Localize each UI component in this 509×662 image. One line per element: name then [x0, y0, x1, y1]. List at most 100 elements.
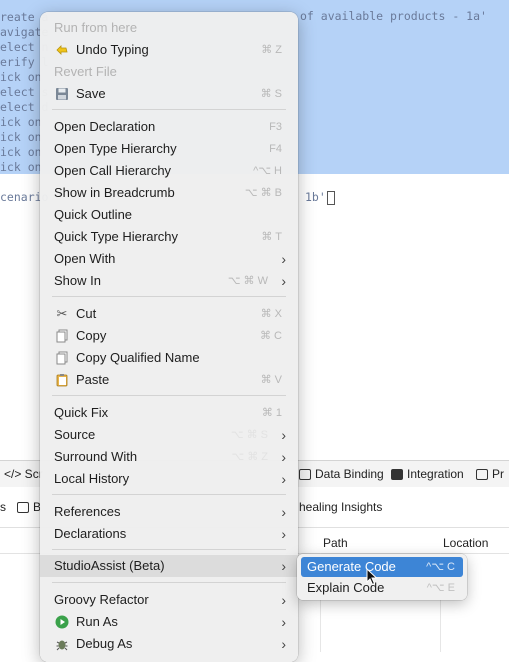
- menu-item-quick-type-hierarchy[interactable]: Quick Type Hierarchy ⌘ T: [40, 226, 298, 248]
- menu-item-references[interactable]: References ›: [40, 501, 298, 523]
- shortcut-label: ⌘ C: [260, 330, 282, 342]
- menu-item-copy-qualified-name[interactable]: Copy Qualified Name: [40, 347, 298, 369]
- shortcut-label: ⌥ ⌘ Z: [231, 451, 268, 463]
- menu-item-surround-with[interactable]: Surround With ⌥ ⌘ Z ›: [40, 446, 298, 468]
- menu-item-label: References: [54, 504, 121, 519]
- code-text: 1b': [305, 190, 326, 204]
- menu-item-local-history[interactable]: Local History ›: [40, 468, 298, 490]
- menu-item-run-as[interactable]: Run As ›: [40, 611, 298, 633]
- clipboard-icon: [54, 372, 70, 388]
- studio-assist-submenu: Generate Code ^⌥ C Explain Code ^⌥ E: [297, 554, 467, 600]
- menu-item-label: Surround With: [54, 449, 138, 464]
- submenu-item-explain-code[interactable]: Explain Code ^⌥ E: [301, 578, 463, 598]
- menu-item-label: Copy: [76, 328, 107, 343]
- tab-healing-insights[interactable]: healing Insights: [299, 494, 382, 520]
- chevron-right-icon: ›: [281, 251, 286, 267]
- shortcut-label: F3: [269, 121, 282, 133]
- chevron-right-icon: ›: [281, 558, 286, 574]
- menu-item-label: StudioAssist (Beta): [54, 558, 165, 573]
- chevron-right-icon: ›: [281, 526, 286, 542]
- chevron-right-icon: ›: [281, 273, 286, 289]
- menu-item-label: Open Call Hierarchy: [54, 163, 172, 178]
- bug-icon: [54, 636, 70, 652]
- code-line-continuation[interactable]: of available products - 1a': [300, 7, 487, 26]
- menu-item-open-declaration[interactable]: Open Declaration F3: [40, 116, 298, 138]
- menu-item-label: Revert File: [54, 64, 117, 79]
- menu-item-label: Cut: [76, 306, 97, 321]
- menu-item-label: Quick Type Hierarchy: [54, 229, 179, 244]
- floppy-disk-icon: [54, 86, 70, 102]
- shortcut-label: ⌥ ⌘ S: [230, 429, 268, 441]
- menu-item-label: Show In: [54, 273, 101, 288]
- shortcut-label: ⌘ S: [260, 88, 282, 100]
- menu-separator: [52, 582, 286, 583]
- tab-partial-s[interactable]: s: [0, 494, 6, 520]
- column-header-path[interactable]: Path: [323, 536, 348, 550]
- menu-item-label: Undo Typing: [76, 42, 149, 57]
- menu-item-quick-fix[interactable]: Quick Fix ⌘ 1: [40, 402, 298, 424]
- shortcut-label: ⌘ X: [260, 308, 282, 320]
- table-icon: [299, 469, 311, 480]
- chevron-right-icon: ›: [281, 471, 286, 487]
- menu-item-show-in-breadcrumb[interactable]: Show in Breadcrumb ⌥ ⌘ B: [40, 182, 298, 204]
- tab-partial-b[interactable]: B: [17, 494, 41, 520]
- submenu-item-generate-code[interactable]: Generate Code ^⌥ C: [301, 557, 463, 577]
- menu-item-save[interactable]: Save ⌘ S: [40, 83, 298, 105]
- menu-item-undo-typing[interactable]: Undo Typing ⌘ Z: [40, 39, 298, 61]
- shortcut-label: ⌥ ⌘ B: [244, 187, 282, 199]
- tab-script-label: </> Scr: [4, 467, 43, 481]
- run-icon: [54, 614, 70, 630]
- menu-item-revert-file[interactable]: Revert File: [40, 61, 298, 83]
- code-line[interactable]: ick on: [0, 158, 42, 177]
- grid-icon: [476, 469, 488, 480]
- shortcut-label: ⌥ ⌘ W: [227, 275, 268, 287]
- shortcut-label: ⌘ T: [261, 231, 282, 243]
- console-icon: [17, 502, 29, 513]
- menu-item-show-in[interactable]: Show In ⌥ ⌘ W ›: [40, 270, 298, 292]
- menu-item-label: Generate Code: [307, 559, 396, 574]
- menu-item-label: Quick Fix: [54, 405, 109, 420]
- menu-item-label: Groovy Refactor: [54, 592, 149, 607]
- text-caret: [326, 190, 335, 205]
- menu-item-source[interactable]: Source ⌥ ⌘ S ›: [40, 424, 298, 446]
- undo-icon: [54, 42, 70, 58]
- menu-item-label: Open Declaration: [54, 119, 156, 134]
- menu-item-label: Source: [54, 427, 96, 442]
- menu-item-label: Paste: [76, 372, 110, 387]
- scissors-icon: ✂: [56, 306, 68, 321]
- menu-item-label: Run As: [76, 614, 118, 629]
- menu-separator: [52, 395, 286, 396]
- menu-separator: [52, 549, 286, 550]
- menu-item-quick-outline[interactable]: Quick Outline: [40, 204, 298, 226]
- menu-item-copy[interactable]: Copy ⌘ C: [40, 325, 298, 347]
- menu-item-cut[interactable]: ✂ Cut ⌘ X: [40, 303, 298, 325]
- chevron-right-icon: ›: [281, 592, 286, 608]
- mouse-pointer-icon: [366, 568, 378, 586]
- menu-item-label: Copy Qualified Name: [76, 350, 200, 365]
- shortcut-label: ^⌥ H: [253, 165, 282, 177]
- tab-properties[interactable]: Pr: [476, 461, 504, 487]
- menu-item-open-with[interactable]: Open With ›: [40, 248, 298, 270]
- shortcut-label: ^⌥ E: [426, 582, 455, 594]
- menu-item-label: Open Type Hierarchy: [54, 141, 177, 156]
- menu-item-declarations[interactable]: Declarations ›: [40, 523, 298, 545]
- shortcut-label: ⌘ V: [260, 374, 282, 386]
- tab-healing-insights-label: healing Insights: [299, 500, 383, 514]
- tab-integration[interactable]: Integration: [391, 461, 464, 487]
- menu-item-groovy-refactor[interactable]: Groovy Refactor ›: [40, 589, 298, 611]
- menu-item-label: Local History: [54, 471, 130, 486]
- menu-item-open-type-hierarchy[interactable]: Open Type Hierarchy F4: [40, 138, 298, 160]
- tab-data-binding[interactable]: Data Binding: [299, 461, 384, 487]
- menu-item-studio-assist[interactable]: StudioAssist (Beta) ›: [40, 555, 298, 577]
- column-header-location[interactable]: Location: [443, 536, 488, 550]
- shortcut-label: ^⌥ C: [426, 561, 455, 573]
- menu-item-label: Quick Outline: [54, 207, 133, 222]
- menu-item-open-call-hierarchy[interactable]: Open Call Hierarchy ^⌥ H: [40, 160, 298, 182]
- menu-item-paste[interactable]: Paste ⌘ V: [40, 369, 298, 391]
- context-menu: Run from here Undo Typing ⌘ Z Revert Fil…: [40, 12, 298, 662]
- tab-data-binding-label: Data Binding: [315, 467, 384, 481]
- tab-script[interactable]: </> Scr: [4, 461, 43, 487]
- shortcut-label: ⌘ 1: [261, 407, 282, 419]
- menu-item-run-from-here[interactable]: Run from here: [40, 17, 298, 39]
- code-line-continuation[interactable]: 1b': [305, 188, 335, 207]
